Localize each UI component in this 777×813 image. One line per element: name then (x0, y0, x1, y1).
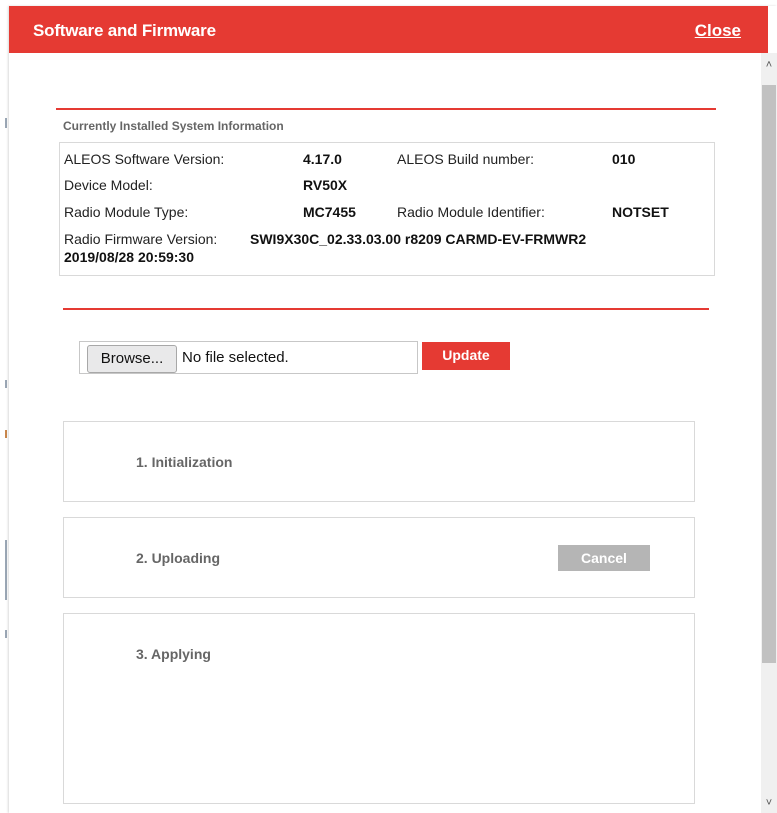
step-applying-panel: 3. Applying (63, 613, 695, 804)
section-divider-bottom (63, 308, 709, 310)
dialog-title: Software and Firmware (33, 21, 216, 40)
radio-module-type-label: Radio Module Type: (64, 204, 189, 220)
close-link[interactable]: Close (695, 21, 741, 41)
step-applying-label: 3. Applying (136, 646, 211, 662)
step-initialization-label: 1. Initialization (136, 454, 233, 470)
file-status-text: No file selected. (182, 349, 289, 366)
step-initialization-panel: 1. Initialization (63, 421, 695, 502)
update-button[interactable]: Update (422, 342, 510, 370)
browse-button[interactable]: Browse... (87, 345, 177, 373)
scrollbar-thumb[interactable] (762, 85, 776, 663)
aleos-build-number-label: ALEOS Build number: (397, 151, 534, 167)
background-mark (5, 630, 7, 638)
radio-module-type-value: MC7455 (303, 204, 356, 220)
cancel-upload-button[interactable]: Cancel (558, 545, 650, 571)
background-mark (5, 118, 7, 128)
device-model-value: RV50X (303, 177, 348, 193)
system-info-box: ALEOS Software Version: 4.17.0 ALEOS Bui… (59, 142, 715, 276)
aleos-build-number-value: 010 (612, 151, 636, 167)
radio-module-identifier-label: Radio Module Identifier: (397, 204, 545, 220)
radio-module-identifier-value: NOTSET (612, 204, 669, 220)
scroll-up-arrow-icon[interactable]: ˄ (761, 57, 777, 73)
background-mark (5, 430, 7, 438)
background-mark (5, 380, 7, 388)
scroll-down-arrow-icon[interactable]: ˅ (761, 795, 777, 811)
dialog-titlebar: Software and Firmware Close (9, 6, 768, 53)
step-uploading-panel: 2. Uploading Cancel (63, 517, 695, 598)
background-page-edge (0, 0, 9, 813)
aleos-software-version-label: ALEOS Software Version: (64, 151, 225, 167)
radio-firmware-version-date: 2019/08/28 20:59:30 (64, 249, 194, 265)
system-info-heading: Currently Installed System Information (63, 119, 284, 133)
vertical-scrollbar[interactable]: ˄ ˅ (761, 53, 777, 813)
firmware-file-input[interactable]: Browse... No file selected. (79, 341, 418, 374)
aleos-software-version-value: 4.17.0 (303, 151, 342, 167)
section-divider-top (56, 108, 716, 110)
radio-firmware-version-value: SWI9X30C_02.33.03.00 r8209 CARMD-EV-FRMW… (250, 231, 587, 247)
device-model-label: Device Model: (64, 177, 153, 193)
radio-firmware-version-label: Radio Firmware Version: (64, 231, 218, 247)
background-mark (5, 540, 7, 600)
step-uploading-label: 2. Uploading (136, 550, 220, 566)
software-firmware-dialog: Software and Firmware Close ˄ ˅ Currentl… (9, 6, 777, 813)
